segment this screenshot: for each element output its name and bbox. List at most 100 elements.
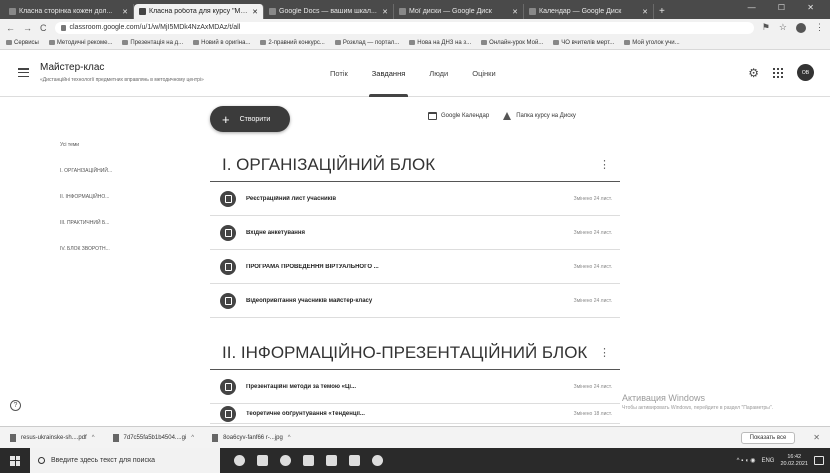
bookmarks-bar: Сервисы Методичні рекоме... Презентація …: [0, 36, 830, 50]
assignment-icon: [220, 190, 236, 207]
plus-icon: +: [222, 111, 230, 127]
app-icon[interactable]: [372, 455, 383, 466]
star-icon[interactable]: ☆: [779, 22, 787, 33]
system-tray: ^ ▪ ◖ ◉ ENG 16:42 20.02.2021: [737, 454, 830, 468]
hamburger-menu-icon[interactable]: [18, 68, 29, 77]
topic-item[interactable]: І. ОРГАНІЗАЦІЙНИЙ...: [60, 166, 170, 192]
apps-grid-icon[interactable]: [773, 67, 783, 78]
chevron-up-icon[interactable]: ^: [191, 435, 194, 441]
topic-item[interactable]: ІІІ. ПРАКТИЧНИЙ Б...: [60, 218, 170, 244]
close-tab-icon[interactable]: ✕: [122, 8, 128, 16]
account-avatar[interactable]: ОВ: [797, 64, 814, 81]
assignment-icon: [220, 378, 236, 395]
show-all-downloads-button[interactable]: Показать все: [740, 431, 796, 444]
topic-item[interactable]: ІV. БЛОК ЗВОРОТН...: [60, 244, 170, 270]
calendar-link[interactable]: Google Календар: [428, 112, 489, 120]
assignment-item[interactable]: Реєстраційний лист учасників Змінено 24 …: [210, 182, 620, 216]
chrome-icon[interactable]: [234, 455, 245, 466]
bookmark[interactable]: Презентація на д...: [122, 40, 183, 46]
clock[interactable]: 16:42 20.02.2021: [780, 454, 808, 468]
favicon-icon: [399, 8, 406, 15]
gear-icon[interactable]: ⚙: [748, 66, 759, 80]
chevron-up-icon[interactable]: ^: [92, 435, 95, 441]
folder-icon: [193, 40, 200, 45]
browser-tab[interactable]: Класна сторінка кожен дол... ✕: [4, 4, 134, 19]
assignment-item[interactable]: ПРОГРАМА ПРОВЕДЕННЯ ВІРТУАЛЬНОГО ... Змі…: [210, 250, 620, 284]
more-options-icon[interactable]: ⋮: [599, 148, 610, 182]
assignment-item[interactable]: Презентаційні методи за темою «Ці... Змі…: [210, 370, 620, 404]
close-tab-icon[interactable]: ✕: [642, 8, 648, 16]
download-item[interactable]: 8oa6cyv-fanf66 r-...jpg ^: [212, 433, 291, 442]
excel-icon[interactable]: [349, 455, 360, 466]
tab-stream[interactable]: Потік: [330, 51, 348, 97]
browser-tab[interactable]: Google Docs — вашим шкал... ✕: [264, 4, 394, 19]
bookmark-icon: [48, 40, 55, 45]
bookmark[interactable]: Онлайн-урок Мой...: [481, 40, 543, 46]
file-icon: [10, 433, 16, 442]
translate-icon[interactable]: ⚑: [762, 22, 770, 33]
downloads-bar: resus-ukrainske-sh....pdf ^ 7d7c55fa5b1b4…: [0, 426, 830, 448]
bookmark[interactable]: Новий в оригіна...: [193, 40, 250, 46]
download-item[interactable]: resus-ukrainske-sh....pdf ^: [10, 433, 95, 442]
notification-icon[interactable]: [814, 456, 824, 465]
section-title: І. ОРГАНІЗАЦІЙНИЙ БЛОК ⋮: [210, 148, 620, 182]
bookmark[interactable]: Нова на ДНЗ на з...: [409, 40, 471, 46]
class-title[interactable]: Майстер-клас: [40, 62, 104, 73]
url-field[interactable]: classroom.google.com/u/1/w/MjI5MDk4NzAxM…: [54, 21, 754, 34]
browser-tab-active[interactable]: Класна робота для курсу "Май... ✕: [134, 4, 264, 19]
browser-tab[interactable]: Календар — Google Диск ✕: [524, 4, 654, 19]
topic-item[interactable]: ІІ. ІНФОРМАЦІЙНО...: [60, 192, 170, 218]
create-button-label: Створити: [239, 115, 271, 123]
browser-tab-strip: Класна сторінка кожен дол... ✕ Класна роб…: [0, 0, 830, 19]
bookmark[interactable]: 2-правний конкурс...: [260, 40, 325, 46]
bookmark[interactable]: Методичні рекоме...: [48, 40, 112, 46]
favicon-icon: [9, 8, 16, 15]
language-indicator[interactable]: ENG: [761, 458, 774, 464]
bookmark-icon: [553, 40, 560, 45]
tab-classwork[interactable]: Завдання: [368, 51, 408, 97]
bookmark[interactable]: Розклад — портал...: [334, 40, 399, 46]
help-icon[interactable]: ?: [10, 400, 21, 411]
tab-people[interactable]: Люди: [429, 51, 448, 97]
favicon-icon: [269, 8, 276, 15]
browser-tab[interactable]: Мої диски — Google Диск ✕: [394, 4, 524, 19]
assignment-item[interactable]: Вхідне анкетування Змінено 24 лист.: [210, 216, 620, 250]
topic-section: І. ОРГАНІЗАЦІЙНИЙ БЛОК ⋮ Реєстраційний л…: [210, 148, 620, 318]
create-button[interactable]: + Створити: [210, 106, 290, 132]
tray-icons[interactable]: ^ ▪ ◖ ◉: [737, 457, 756, 464]
word-icon[interactable]: [326, 455, 337, 466]
back-icon[interactable]: ←: [6, 23, 15, 33]
mail-icon[interactable]: [303, 455, 314, 466]
tab-grades[interactable]: Оцінки: [472, 51, 495, 97]
close-tab-icon[interactable]: ✕: [252, 8, 258, 16]
start-button[interactable]: [0, 448, 30, 473]
url-text: classroom.google.com/u/1/w/MjI5MDk4NzAxM…: [69, 24, 241, 31]
apps-icon: [6, 40, 12, 45]
browser-icon[interactable]: [280, 455, 291, 466]
reload-icon[interactable]: C: [40, 23, 47, 33]
classroom-header: Майстер-клас «Дистанційні технології пре…: [0, 51, 830, 97]
drive-folder-link[interactable]: Папка курсу на Диску: [503, 112, 576, 120]
bookmark[interactable]: Мой уголок учи...: [624, 40, 680, 46]
bookmark-icon: [481, 40, 488, 45]
close-tab-icon[interactable]: ✕: [382, 8, 388, 16]
window-controls[interactable]: — ☐ ✕: [748, 3, 824, 12]
menu-icon[interactable]: ⋮: [815, 22, 824, 33]
taskbar-search-box[interactable]: Введите здесь текст для поиска: [30, 448, 220, 473]
download-item[interactable]: 7d7c55fa5b1b4504....gi ^: [112, 433, 194, 442]
close-icon[interactable]: ✕: [813, 433, 820, 442]
file-explorer-icon[interactable]: [257, 455, 268, 466]
new-tab-button[interactable]: +: [659, 4, 665, 19]
chevron-up-icon[interactable]: ^: [288, 435, 291, 441]
close-tab-icon[interactable]: ✕: [512, 8, 518, 16]
topics-list: Усі теми І. ОРГАНІЗАЦІЙНИЙ... ІІ. ІНФОРМ…: [60, 140, 170, 270]
bookmark[interactable]: ЧО вчителів мерт...: [553, 40, 614, 46]
profile-avatar[interactable]: [796, 22, 806, 33]
forward-icon[interactable]: →: [23, 23, 32, 33]
favicon-icon: [139, 8, 146, 15]
assignment-item[interactable]: Відеопривітання учасників майстер-класу …: [210, 284, 620, 318]
topic-all[interactable]: Усі теми: [60, 140, 170, 166]
more-options-icon[interactable]: ⋮: [599, 336, 610, 370]
bookmark[interactable]: Сервисы: [6, 40, 39, 46]
assignment-item[interactable]: Теоретичне обґрунтування «Тенденції... З…: [210, 404, 620, 424]
